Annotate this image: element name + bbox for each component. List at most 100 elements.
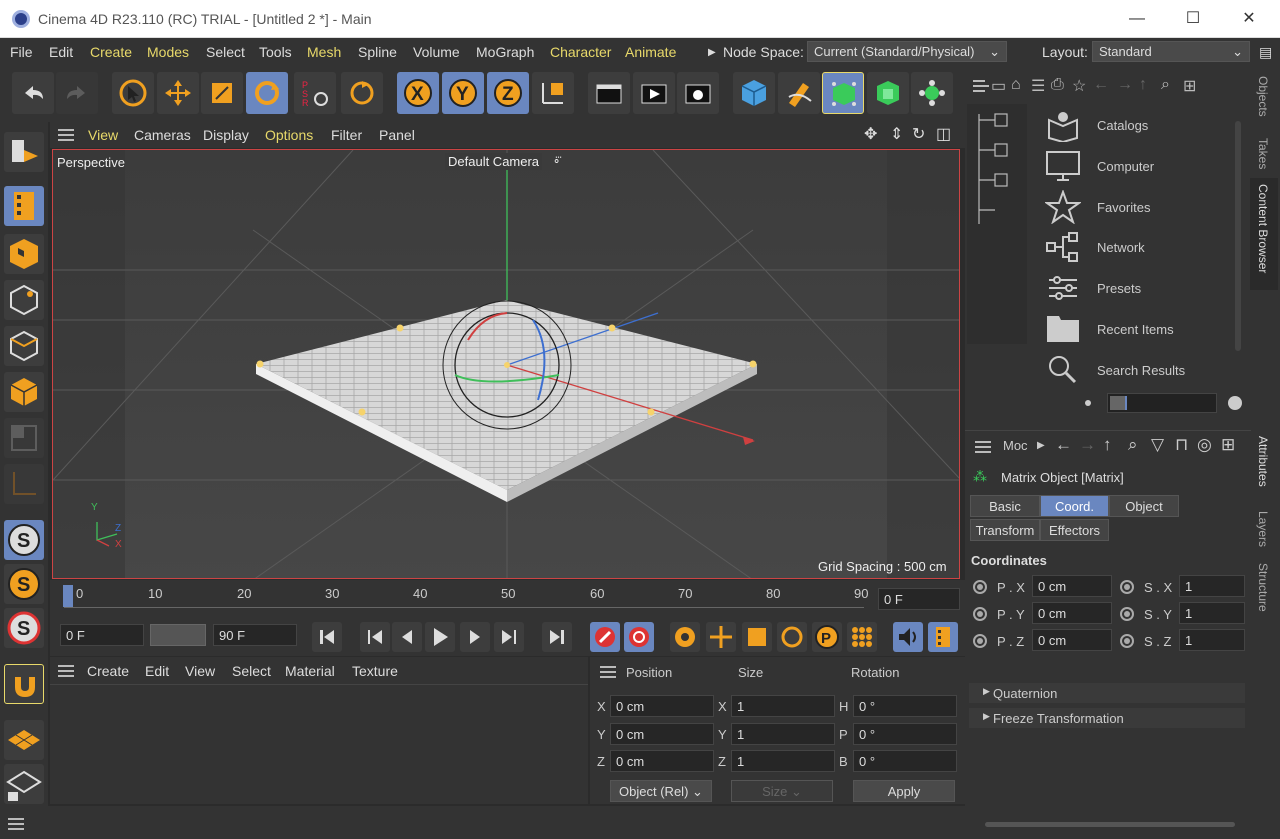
previous-frame-icon[interactable] (392, 622, 422, 652)
size-y-field[interactable]: 1 (731, 723, 835, 745)
size-z-field[interactable]: 1 (731, 750, 835, 772)
parameter-key-icon[interactable]: P (812, 622, 842, 652)
model-mode-button[interactable] (4, 186, 44, 226)
menu-mesh[interactable]: Mesh (307, 44, 341, 60)
viewport-menu-view[interactable]: View (88, 127, 118, 143)
star-icon[interactable]: ☆ (1072, 76, 1086, 96)
menu-mograph[interactable]: MoGraph (476, 44, 534, 60)
tab-attributes[interactable]: Attributes (1256, 436, 1270, 487)
x-axis-lock-button[interactable]: X (397, 72, 439, 114)
new-window-icon[interactable]: ⊞ (1221, 435, 1235, 455)
camera-icon[interactable]: ⚬⃛ (552, 155, 561, 168)
viewport-menu-display[interactable]: Display (203, 127, 249, 143)
hamburger-icon[interactable] (600, 666, 616, 678)
playhead[interactable] (63, 585, 73, 607)
size-mode-dropdown[interactable]: Size ⌄ (731, 780, 833, 802)
pos-x-field[interactable]: 0 cm (610, 695, 714, 717)
timeline-film-icon[interactable] (928, 622, 958, 652)
rot-h-field[interactable]: 0 ° (853, 695, 957, 717)
live-selection-button[interactable] (112, 72, 154, 114)
rotate-tool-button[interactable] (246, 72, 288, 114)
hamburger-icon[interactable] (973, 80, 989, 92)
viewport-menu-cameras[interactable]: Cameras (134, 127, 191, 143)
attr-s-z-field[interactable]: 1 (1179, 629, 1245, 651)
tab-layers[interactable]: Layers (1256, 511, 1270, 547)
render-view-button[interactable] (588, 72, 630, 114)
up-arrow-icon[interactable]: ↑ (1103, 435, 1112, 455)
layout-dropdown[interactable]: Standard ⌄ (1092, 41, 1250, 62)
rotation-key-icon[interactable] (777, 622, 807, 652)
undo-button[interactable] (12, 72, 54, 114)
freeze-transformation-group[interactable]: ▶ Freeze Transformation (969, 708, 1245, 728)
coordinate-mode-dropdown[interactable]: Object (Rel) ⌄ (610, 780, 712, 802)
edges-mode-button[interactable] (4, 326, 44, 366)
move-tool-button[interactable] (157, 72, 199, 114)
locked-workplane-button[interactable] (4, 764, 44, 804)
frame-range-slider[interactable] (150, 624, 206, 646)
scale-tool-button[interactable] (201, 72, 243, 114)
scale-key-icon[interactable] (742, 622, 772, 652)
tab-transform[interactable]: Transform (970, 519, 1040, 541)
perspective-viewport[interactable]: Perspective Default Camera ⚬⃛ Y Z X Grid… (52, 149, 960, 579)
polygons-mode-button[interactable] (4, 372, 44, 412)
menu-modes[interactable]: Modes (147, 44, 189, 60)
previous-key-icon[interactable] (360, 622, 390, 652)
size-x-field[interactable]: 1 (731, 695, 835, 717)
autokey-icon[interactable] (624, 622, 654, 652)
apply-button[interactable]: Apply (853, 780, 955, 802)
browser-item-computer[interactable]: Computer (1097, 159, 1154, 174)
attributes-scrollbar[interactable] (985, 822, 1235, 827)
mograph-cloner-button[interactable] (822, 72, 864, 114)
next-key-icon[interactable] (494, 622, 524, 652)
tab-structure[interactable]: Structure (1256, 563, 1270, 612)
menu-animate[interactable]: Animate (625, 44, 676, 60)
up-arrow-icon[interactable]: ↑ (1139, 76, 1147, 94)
play-icon[interactable] (425, 622, 455, 652)
workplane-button[interactable] (4, 720, 44, 760)
point-level-key-icon[interactable] (847, 622, 877, 652)
solo-off-button[interactable]: S (4, 608, 44, 648)
tab-coord[interactable]: Coord. (1040, 495, 1109, 517)
new-window-icon[interactable]: ⊞ (1183, 76, 1196, 96)
viewport-menu-panel[interactable]: Panel (379, 127, 415, 143)
attr-p-z-field[interactable]: 0 cm (1032, 629, 1112, 651)
sound-icon[interactable] (893, 622, 923, 652)
attr-p-x-field[interactable]: 0 cm (1032, 575, 1112, 597)
menu-spline[interactable]: Spline (358, 44, 397, 60)
keyframe-radio[interactable] (1120, 580, 1134, 594)
tab-effectors[interactable]: Effectors (1040, 519, 1109, 541)
node-space-dropdown[interactable]: Current (Standard/Physical) ⌄ (807, 41, 1007, 62)
tab-basic[interactable]: Basic (970, 495, 1040, 517)
render-to-picture-viewer-button[interactable] (633, 72, 675, 114)
menu-tools[interactable]: Tools (259, 44, 292, 60)
points-mode-button[interactable] (4, 280, 44, 320)
tab-content-browser[interactable]: Content Browser (1256, 184, 1270, 273)
attr-s-x-field[interactable]: 1 (1179, 575, 1245, 597)
solo-button[interactable]: S (4, 520, 44, 560)
menu-file[interactable]: File (10, 44, 33, 60)
target-icon[interactable]: ◎ (1197, 435, 1212, 455)
y-axis-lock-button[interactable]: Y (442, 72, 484, 114)
lock-icon[interactable]: ⊓ (1175, 435, 1188, 455)
current-frame-field[interactable]: 0 F (878, 588, 960, 610)
maximize-button[interactable]: ☐ (1170, 6, 1216, 32)
material-menu-select[interactable]: Select (232, 663, 271, 679)
rot-p-field[interactable]: 0 ° (853, 723, 957, 745)
make-editable-button[interactable] (4, 132, 44, 172)
redo-button[interactable] (56, 72, 98, 114)
material-menu-texture[interactable]: Texture (352, 663, 398, 679)
next-frame-icon[interactable] (460, 622, 490, 652)
render-settings-button[interactable] (677, 72, 719, 114)
sliders-icon[interactable]: ☰ (1031, 76, 1045, 96)
material-menu-material[interactable]: Material (285, 663, 335, 679)
keyframe-radio[interactable] (1120, 607, 1134, 621)
menu-edit[interactable]: Edit (49, 44, 73, 60)
browser-item-recent-items[interactable]: Recent Items (1097, 322, 1174, 337)
pos-z-field[interactable]: 0 cm (610, 750, 714, 772)
viewport-menu-options[interactable]: Options (265, 127, 313, 143)
menu-select[interactable]: Select (206, 44, 245, 60)
material-menu-create[interactable]: Create (87, 663, 129, 679)
zoom-view-icon[interactable]: ⇕ (890, 124, 903, 144)
forward-arrow-icon[interactable]: → (1079, 435, 1096, 455)
attr-p-y-field[interactable]: 0 cm (1032, 602, 1112, 624)
